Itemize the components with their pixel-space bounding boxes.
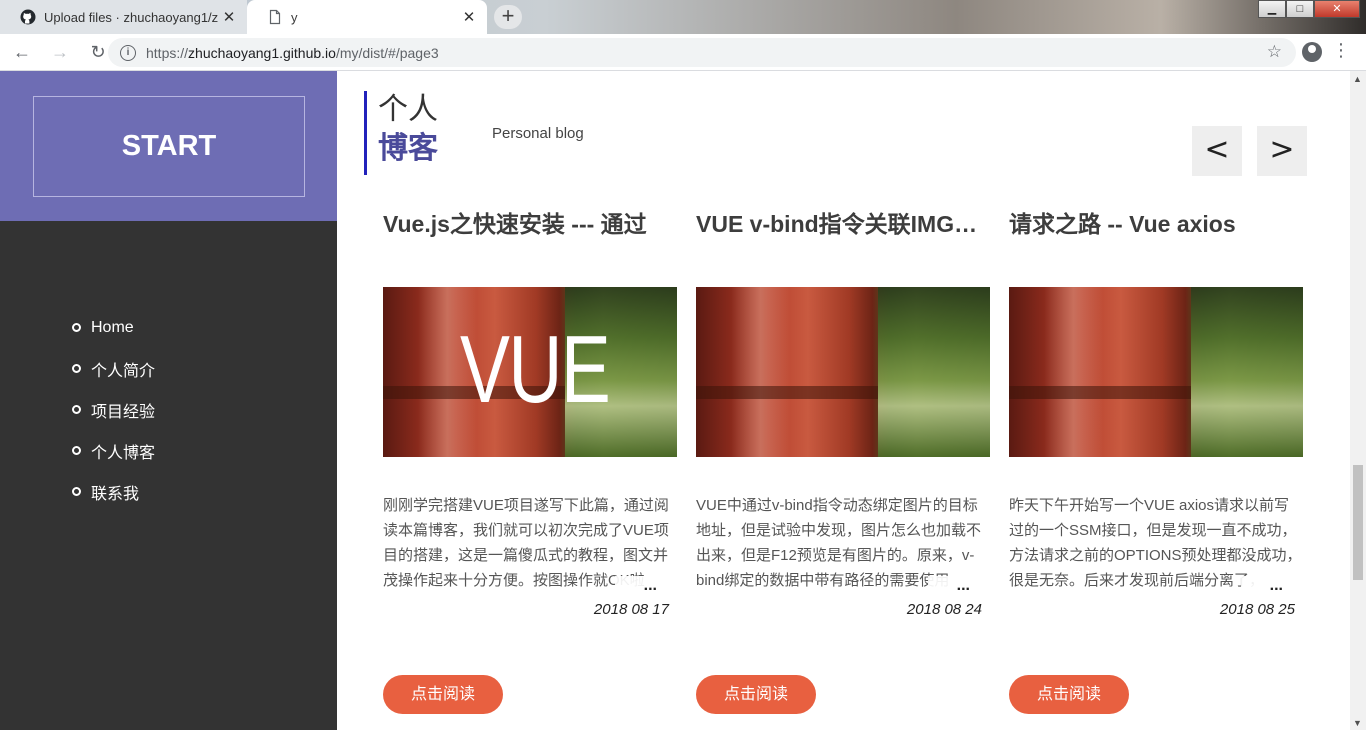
read-more-button[interactable]: 点击阅读	[696, 675, 816, 714]
blog-card-image	[1009, 287, 1303, 457]
next-button[interactable]: >	[1257, 126, 1307, 176]
minimize-button[interactable]: ▁	[1258, 0, 1286, 18]
address-bar[interactable]: i https:// zhuchaoyang1.github.io /my/di…	[108, 38, 1296, 67]
image-band	[696, 385, 879, 400]
start-logo[interactable]: START	[33, 96, 305, 197]
page-viewport: START Home 个人简介 项目经验 个人博客 联系我 个人 博客 Pers…	[0, 71, 1366, 730]
more-menu-icon[interactable]: ⋮	[1332, 40, 1350, 61]
blog-card-image: VUE	[383, 287, 677, 457]
blog-card-image	[696, 287, 990, 457]
blog-card-ellipsis: ...	[928, 576, 990, 600]
tab-close-icon[interactable]: ✕	[221, 8, 237, 26]
scroll-down-icon[interactable]: ▼	[1353, 718, 1362, 728]
section-title: 个人 博客	[364, 91, 438, 175]
blog-card: 请求之路 -- Vue axios 昨天下午开始写一个VUE axios请求以前…	[1009, 207, 1303, 727]
url-scheme: https://	[146, 44, 189, 61]
sidebar-item-projects[interactable]: 项目经验	[72, 389, 155, 430]
sidebar-header: START	[0, 71, 337, 221]
blog-card: Vue.js之快速安装 --- 通过 VUE 刚刚学完搭建VUE项目遂写下此篇，…	[383, 207, 677, 727]
tab-close-icon[interactable]: ✕	[461, 8, 477, 26]
tab-title: Upload files · zhuchaoyang1/z	[44, 9, 219, 25]
prev-button[interactable]: <	[1192, 126, 1242, 176]
blog-card-title[interactable]: 请求之路 -- Vue axios	[1009, 207, 1303, 241]
read-more-button[interactable]: 点击阅读	[1009, 675, 1129, 714]
sidebar-nav: Home 个人简介 项目经验 个人博客 联系我	[72, 307, 155, 512]
bullet-icon	[72, 364, 81, 373]
bullet-icon	[72, 487, 81, 496]
section-title-line1: 个人	[378, 92, 438, 127]
blog-card-date: 2018 08 24	[906, 601, 982, 618]
tab-upload-files[interactable]: Upload files · zhuchaoyang1/z ✕	[0, 0, 247, 34]
image-band	[1009, 385, 1192, 400]
section-title-line2: 博客	[378, 131, 438, 166]
forward-button[interactable]: →	[44, 42, 76, 63]
sidebar-item-contact[interactable]: 联系我	[72, 471, 155, 512]
browser-tabstrip: Upload files · zhuchaoyang1/z ✕ y ✕ + ▁ …	[0, 0, 1366, 34]
blog-card-title[interactable]: VUE v-bind指令关联IMG标签	[696, 207, 990, 241]
window-controls: ▁ □ ✕	[1258, 0, 1360, 18]
maximize-button[interactable]: □	[1286, 0, 1314, 18]
browser-toolbar: ← → ↻ i https:// zhuchaoyang1.github.io …	[0, 34, 1366, 71]
sidebar-item-label: 个人简介	[91, 362, 156, 380]
blog-card-date: 2018 08 17	[593, 601, 669, 618]
image-grass	[878, 287, 990, 457]
sidebar-item-profile[interactable]: 个人简介	[72, 348, 155, 389]
image-highlight	[731, 287, 791, 457]
blog-card-title[interactable]: Vue.js之快速安装 --- 通过	[383, 207, 677, 241]
scroll-up-icon[interactable]: ▲	[1353, 74, 1362, 84]
profile-avatar-icon[interactable]	[1302, 42, 1322, 62]
page-scrollbar[interactable]: ▲ ▼	[1350, 71, 1366, 730]
new-tab-button[interactable]: +	[494, 5, 522, 29]
sidebar-item-label: 项目经验	[91, 403, 156, 421]
sidebar-item-blog[interactable]: 个人博客	[72, 430, 155, 471]
bullet-icon	[72, 323, 81, 332]
image-grass	[1191, 287, 1303, 457]
url-path: /my/dist/#/page3	[335, 44, 439, 61]
blog-card-ellipsis: ...	[615, 576, 677, 600]
sidebar-item-home[interactable]: Home	[72, 307, 155, 348]
bullet-icon	[72, 405, 81, 414]
blog-section: 个人 博客 Personal blog < > Vue.js之快速安装 --- …	[337, 71, 1350, 730]
section-subtitle: Personal blog	[492, 125, 584, 142]
blog-card: VUE v-bind指令关联IMG标签 VUE中通过v-bind指令动态绑定图片…	[696, 207, 990, 727]
sidebar-item-label: 个人博客	[91, 444, 156, 462]
sidebar: START Home 个人简介 项目经验 个人博客 联系我	[0, 71, 337, 730]
blog-card-ellipsis: ...	[1241, 576, 1303, 600]
tab-current[interactable]: y ✕	[247, 0, 487, 34]
back-button[interactable]: ←	[6, 42, 38, 63]
bookmark-star-icon[interactable]: ☆	[1267, 42, 1282, 62]
sidebar-item-label: Home	[91, 318, 134, 336]
image-caption: VUE	[460, 316, 611, 423]
site-info-icon[interactable]: i	[120, 44, 136, 61]
bullet-icon	[72, 446, 81, 455]
page-icon	[269, 9, 281, 25]
scrollbar-thumb[interactable]	[1353, 465, 1363, 580]
sidebar-item-label: 联系我	[91, 485, 140, 503]
image-highlight	[1044, 287, 1104, 457]
github-icon	[20, 9, 36, 25]
close-window-button[interactable]: ✕	[1314, 0, 1360, 18]
url-host: zhuchaoyang1.github.io	[188, 44, 336, 61]
blog-card-date: 2018 08 25	[1219, 601, 1295, 618]
read-more-button[interactable]: 点击阅读	[383, 675, 503, 714]
tab-title: y	[291, 9, 298, 25]
